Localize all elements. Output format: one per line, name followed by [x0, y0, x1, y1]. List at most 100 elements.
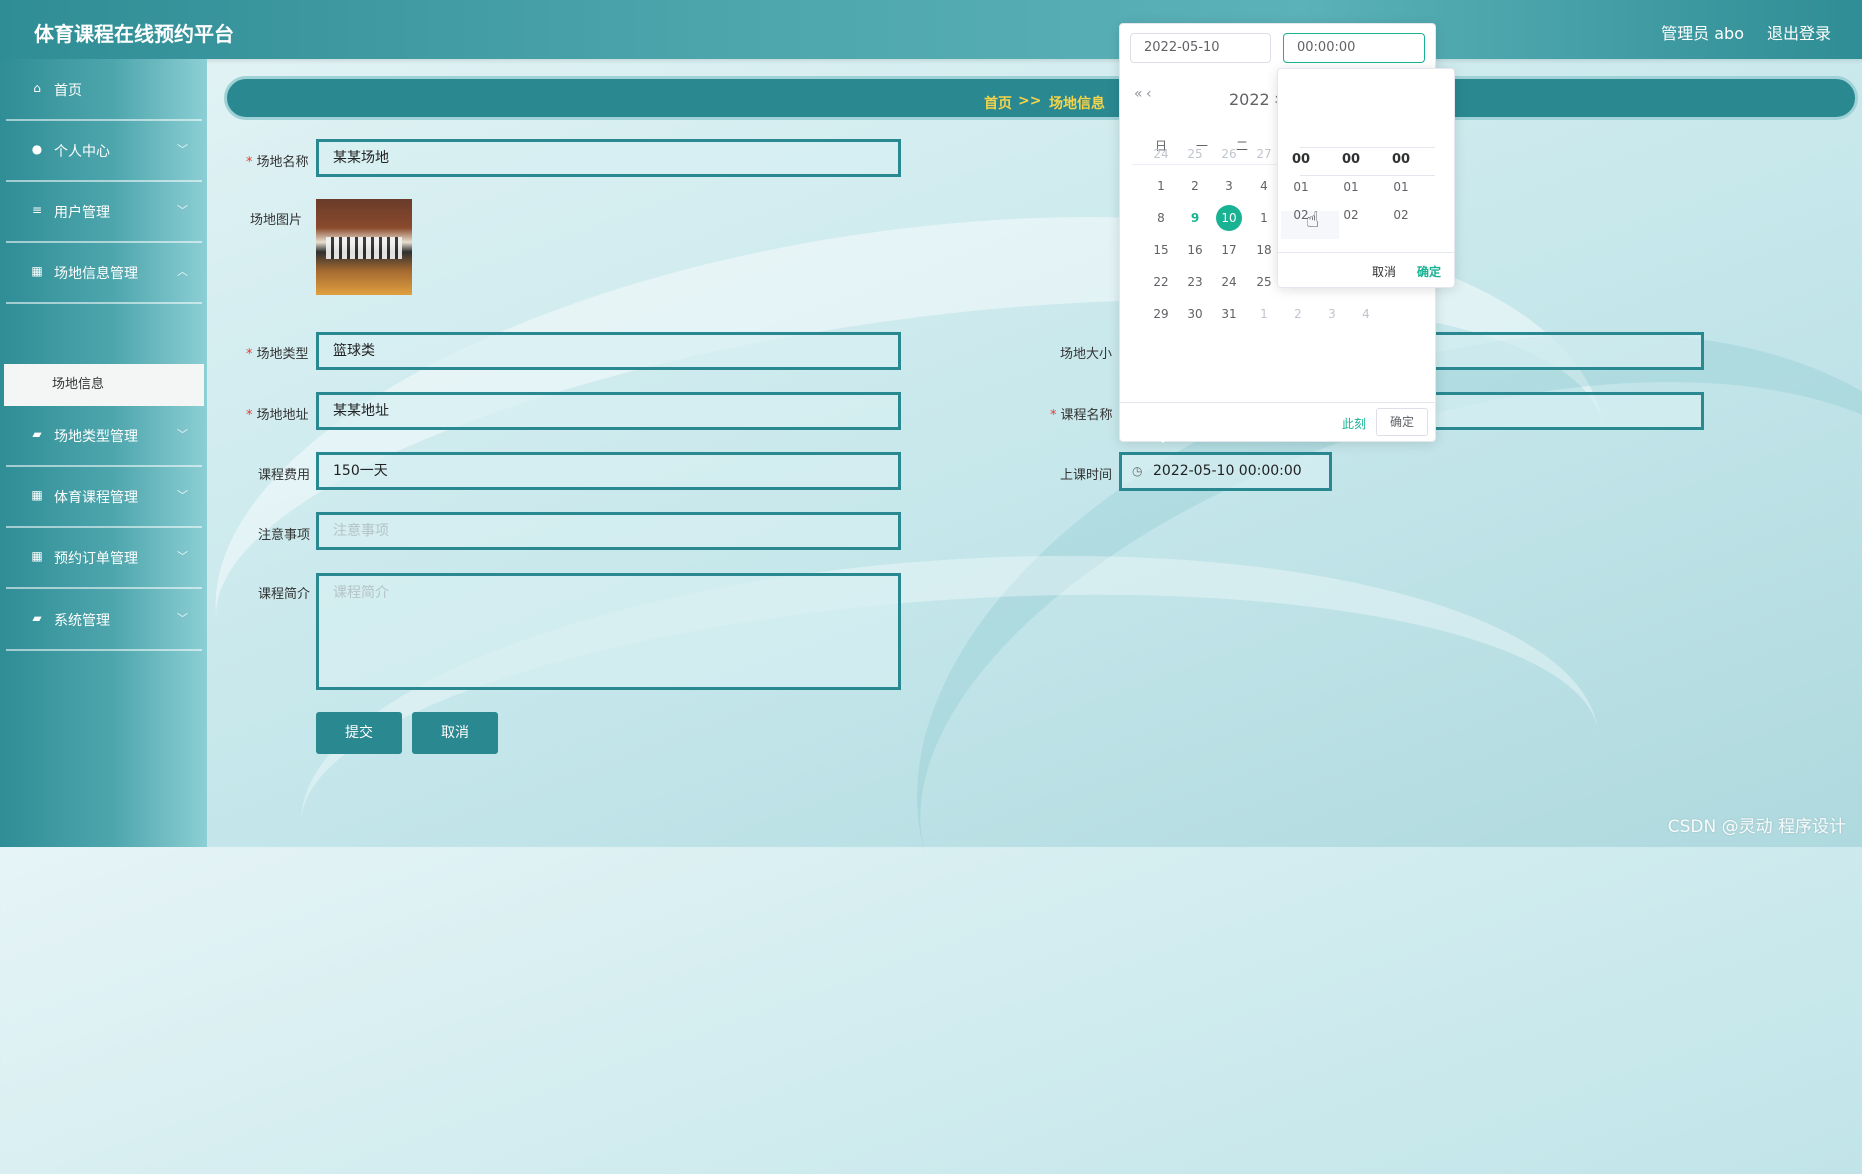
sidebar-item-personal[interactable]: ● 个人中心 ﹀	[6, 120, 202, 182]
app-title: 体育课程在线预约平台	[34, 22, 234, 46]
venue-image-thumbnail[interactable]	[316, 199, 412, 295]
calendar-day[interactable]: 8	[1148, 205, 1174, 231]
second-option[interactable]: 00	[1381, 152, 1421, 167]
sidebar-item-venue-type[interactable]: ▰ 场地类型管理 ﹀	[6, 405, 202, 467]
now-button[interactable]: 此刻	[1342, 415, 1366, 432]
calendar-day[interactable]: 15	[1148, 237, 1174, 263]
venue-address-input[interactable]: 某某地址	[316, 392, 901, 430]
venue-type-label: * 场地类型	[246, 347, 309, 362]
home-icon: ⌂	[33, 81, 41, 95]
notes-input[interactable]: 注意事项	[316, 512, 901, 550]
chevron-down-icon: ﹀	[177, 204, 188, 217]
watermark: CSDN @灵动 程序设计	[1667, 817, 1846, 837]
calendar-day[interactable]: 27	[1251, 141, 1277, 167]
venue-type-select[interactable]: 篮球类	[316, 332, 901, 370]
calendar-day[interactable]: 22	[1148, 269, 1174, 295]
grid-icon: ▦	[31, 549, 43, 563]
divider	[1300, 147, 1435, 148]
minute-option[interactable]: 01	[1331, 180, 1371, 194]
breadcrumb-home[interactable]: 首页	[984, 93, 1012, 113]
sidebar-item-home[interactable]: ⌂ 首页	[6, 59, 202, 121]
sidebar-item-users[interactable]: ≡ 用户管理 ﹀	[6, 181, 202, 243]
top-bar: 体育课程在线预约平台 管理员 abo 退出登录	[0, 0, 1862, 59]
time-confirm-button[interactable]: 确定	[1417, 263, 1441, 280]
hour-option[interactable]: 00	[1281, 152, 1321, 167]
second-option[interactable]: 01	[1381, 180, 1421, 194]
calendar-day[interactable]: 31	[1216, 301, 1242, 327]
calendar-day[interactable]: 1	[1148, 173, 1174, 199]
course-name-input[interactable]	[1390, 392, 1704, 430]
time-cancel-button[interactable]: 取消	[1372, 263, 1396, 280]
calendar-day[interactable]: 4	[1353, 301, 1379, 327]
calendar-day-selected[interactable]: 10	[1216, 205, 1242, 231]
admin-label: 管理员 abo	[1661, 24, 1744, 43]
divider	[1120, 402, 1435, 403]
calendar-day[interactable]: 1	[1251, 301, 1277, 327]
clock-icon: ◷	[1132, 464, 1143, 478]
calendar-day[interactable]: 9	[1182, 205, 1208, 231]
picker-date-input[interactable]: 2022-05-10	[1130, 33, 1271, 63]
submit-button[interactable]: 提交	[316, 712, 402, 754]
chevron-up-icon: ︿	[177, 265, 188, 278]
course-name-label: * 课程名称	[1050, 408, 1113, 423]
grid-icon: ▦	[31, 264, 43, 278]
sidebar-item-system[interactable]: ▰ 系统管理 ﹀	[6, 589, 202, 651]
cancel-button[interactable]: 取消	[412, 712, 498, 754]
chevron-down-icon: ﹀	[177, 489, 188, 502]
class-time-picker[interactable]: ◷ 2022-05-10 00:00:00	[1119, 452, 1332, 491]
calendar-day[interactable]: 2	[1285, 301, 1311, 327]
calendar-day[interactable]: 30	[1182, 301, 1208, 327]
picker-time-input[interactable]: 00:00:00	[1283, 33, 1425, 63]
calendar-day[interactable]: 23	[1182, 269, 1208, 295]
breadcrumb-current: 场地信息	[1049, 96, 1105, 112]
venue-size-label: 场地大小	[1060, 347, 1113, 362]
calendar-day[interactable]: 3	[1216, 173, 1242, 199]
hour-option[interactable]: 01	[1281, 180, 1321, 194]
course-fee-input[interactable]: 150一天	[316, 452, 901, 490]
calendar-day[interactable]: 29	[1148, 301, 1174, 327]
breadcrumb-separator: >>	[1018, 93, 1042, 109]
list-icon: ≡	[31, 203, 43, 217]
submenu-item-venue-info[interactable]: 场地信息	[4, 364, 204, 406]
calendar-day[interactable]: 17	[1216, 237, 1242, 263]
calendar-day[interactable]: 16	[1182, 237, 1208, 263]
divider	[1300, 175, 1435, 176]
chart-icon: ▰	[32, 427, 42, 441]
breadcrumb: 首页 >> 场地信息	[224, 76, 1858, 120]
prev-year-icon[interactable]: «	[1134, 86, 1143, 102]
logout-link[interactable]: 退出登录	[1767, 20, 1831, 44]
venue-name-input[interactable]: 某某场地	[316, 139, 901, 177]
calendar-day[interactable]: 4	[1251, 173, 1277, 199]
sidebar-item-course[interactable]: ▦ 体育课程管理 ﹀	[6, 466, 202, 528]
second-option[interactable]: 02	[1381, 208, 1421, 222]
calendar-day[interactable]: 18	[1251, 237, 1277, 263]
chevron-down-icon: ﹀	[177, 612, 188, 625]
minute-option[interactable]: 00	[1331, 152, 1371, 167]
grid-icon: ▦	[31, 488, 43, 502]
picker-ok-button[interactable]: 确定	[1376, 408, 1428, 436]
minute-option[interactable]: 02	[1331, 208, 1371, 222]
venue-size-input[interactable]	[1390, 332, 1704, 370]
calendar-day[interactable]: 24	[1148, 141, 1174, 167]
sidebar-item-orders[interactable]: ▦ 预约订单管理 ﹀	[6, 527, 202, 589]
chevron-down-icon: ﹀	[177, 428, 188, 441]
user-icon: ●	[31, 142, 43, 156]
chart-icon: ▰	[32, 611, 42, 625]
popup-arrow	[1155, 435, 1171, 443]
calendar-day[interactable]: 25	[1251, 269, 1277, 295]
calendar-day[interactable]: 24	[1216, 269, 1242, 295]
prev-month-icon[interactable]: ‹	[1146, 86, 1152, 102]
time-spinner-panel: 00 01 02 00 01 02 00 01 02 取消 确定	[1277, 68, 1455, 288]
hand-cursor-icon: ☝	[1306, 208, 1320, 233]
venue-name-label: * 场地名称	[246, 155, 309, 170]
venue-address-label: * 场地地址	[246, 408, 309, 423]
course-intro-textarea[interactable]: 课程简介	[316, 573, 901, 690]
divider	[1278, 252, 1454, 253]
chevron-down-icon: ﹀	[177, 550, 188, 563]
sidebar-item-venue-info[interactable]: ▦ 场地信息管理 ︿	[6, 242, 202, 304]
calendar-day[interactable]: 2	[1182, 173, 1208, 199]
calendar-day[interactable]: 25	[1182, 141, 1208, 167]
calendar-day[interactable]: 1	[1251, 205, 1277, 231]
calendar-day[interactable]: 26	[1216, 141, 1242, 167]
calendar-day[interactable]: 3	[1319, 301, 1345, 327]
